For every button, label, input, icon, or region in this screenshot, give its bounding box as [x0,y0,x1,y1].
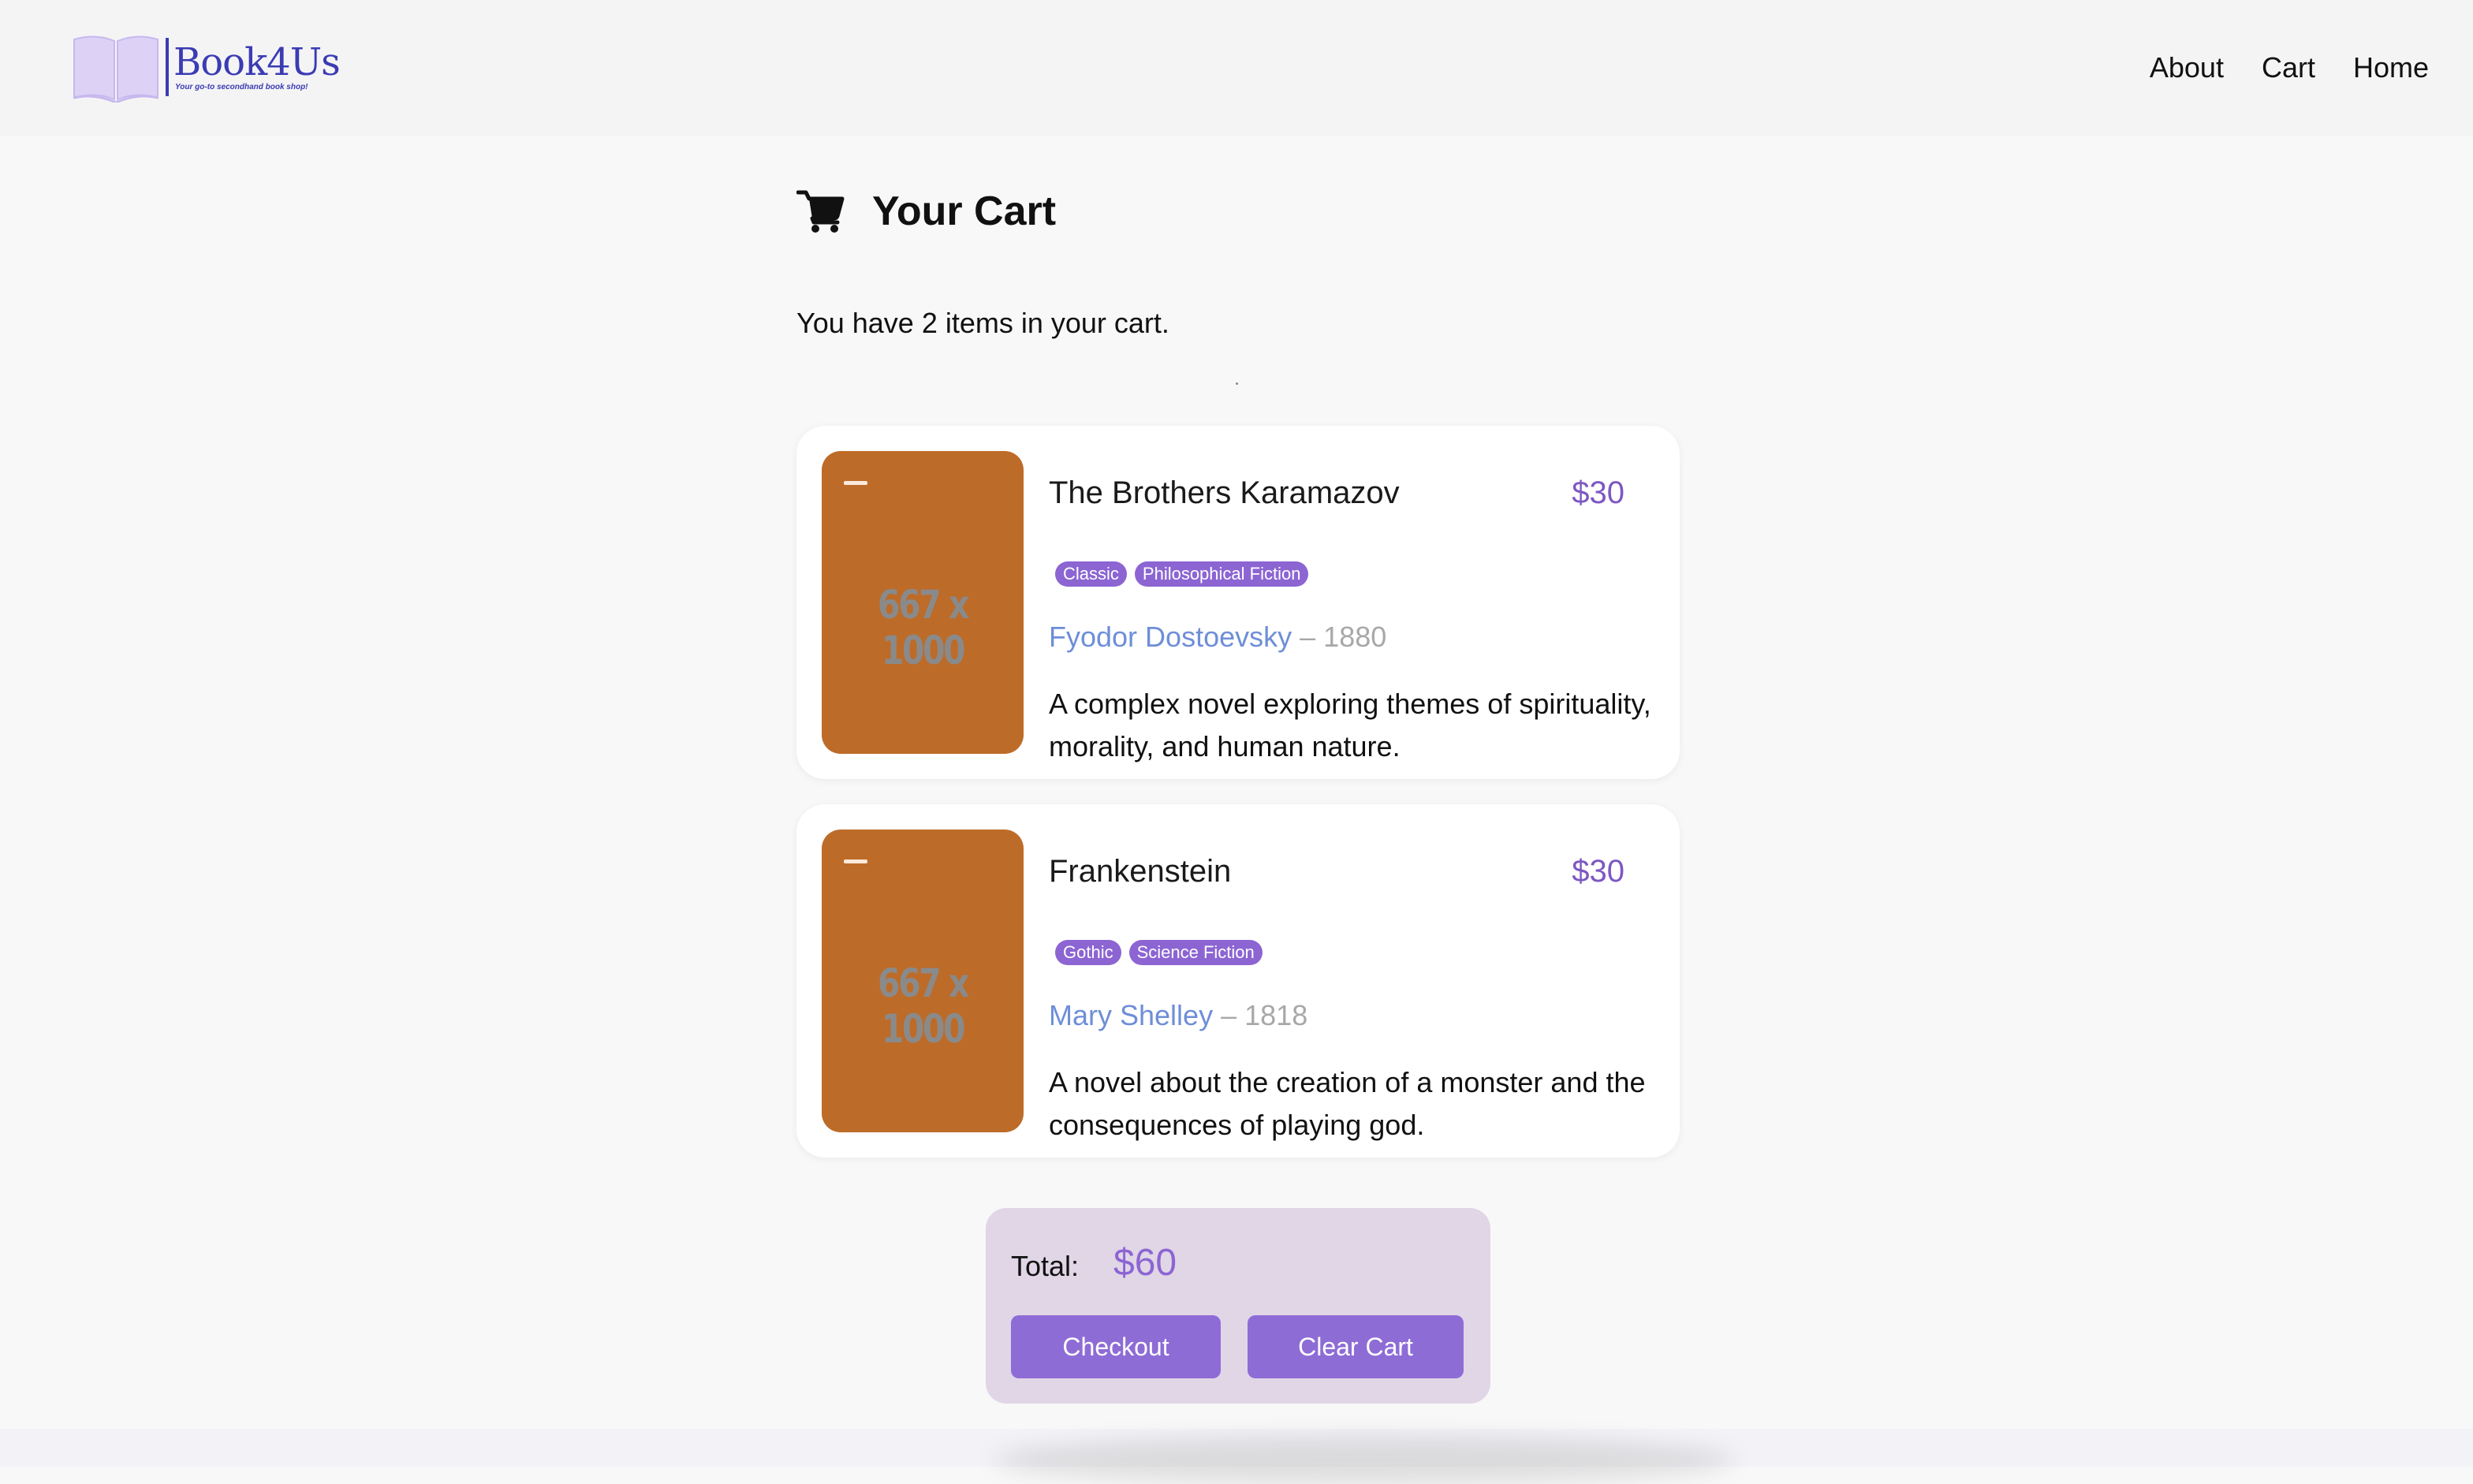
page-heading: Your Cart [796,180,1056,243]
nav-link-home[interactable]: Home [2353,49,2429,87]
divider-dot [1236,382,1238,385]
book-description: A novel about the creation of a monster … [1049,1066,1646,1141]
cover-dash-mark [844,859,867,863]
meta-separator: – [1300,621,1316,653]
book-title: Frankenstein [1049,854,1232,889]
total-amount: $60 [1113,1242,1177,1284]
book-cover-image: 667 x 1000 [822,830,1024,1132]
footer-shadow [994,1437,1735,1484]
cover-placeholder-text: 667 x 1000 [877,582,969,673]
nav-links: About Cart Home [2150,49,2429,87]
logo-divider [166,38,169,96]
cart-summary: Total: $60 Checkout Clear Cart [986,1208,1490,1404]
brand-name: Book4Us [173,40,341,84]
cover-dash-mark [844,481,867,485]
cart-item-card: 667 x 1000 The Brothers Karamazov $30 Cl… [796,426,1680,779]
brand-tagline: Your go-to secondhand book shop! [175,83,308,91]
cart-item-count: You have 2 items in your cart. [796,307,1169,339]
book-title: The Brothers Karamazov [1049,475,1400,510]
checkout-button[interactable]: Checkout [1011,1315,1221,1378]
author-link[interactable]: Fyodor Dostoevsky [1049,621,1292,653]
shopping-cart-icon [796,190,845,233]
navbar: Book4Us Your go-to secondhand book shop!… [0,0,2473,136]
clear-cart-button[interactable]: Clear Cart [1248,1315,1464,1378]
genre-tag: Science Fiction [1128,940,1263,965]
open-book-icon [73,35,159,103]
author-link[interactable]: Mary Shelley [1049,999,1213,1031]
genre-tag: Classic [1055,561,1127,587]
logo-text: Book4Us Your go-to secondhand book shop! [173,40,341,92]
genre-tag: Philosophical Fiction [1134,561,1309,587]
page-title: Your Cart [872,188,1057,234]
cover-placeholder-text: 667 x 1000 [877,960,969,1052]
book-price: $30 [1572,854,1624,889]
genre-tags: Gothic Science Fiction [1055,940,1263,965]
brand-logo[interactable]: Book4Us Your go-to secondhand book shop! [71,32,341,103]
publication-year: 1880 [1323,621,1387,653]
cart-item-card: 667 x 1000 Frankenstein $30 Gothic Scien… [796,804,1680,1158]
book-price: $30 [1572,475,1624,510]
genre-tags: Classic Philosophical Fiction [1055,561,1309,587]
nav-link-about[interactable]: About [2150,49,2224,87]
meta-separator: – [1221,999,1237,1031]
genre-tag: Gothic [1055,940,1121,965]
book-description: A complex novel exploring themes of spir… [1049,688,1651,763]
publication-year: 1818 [1244,999,1308,1031]
book-meta: Mary Shelley – 1818 [1049,997,1307,1035]
book-cover-image: 667 x 1000 [822,451,1024,754]
total-label: Total: [1011,1250,1080,1282]
book-meta: Fyodor Dostoevsky – 1880 [1049,618,1386,656]
nav-link-cart[interactable]: Cart [2262,49,2315,87]
